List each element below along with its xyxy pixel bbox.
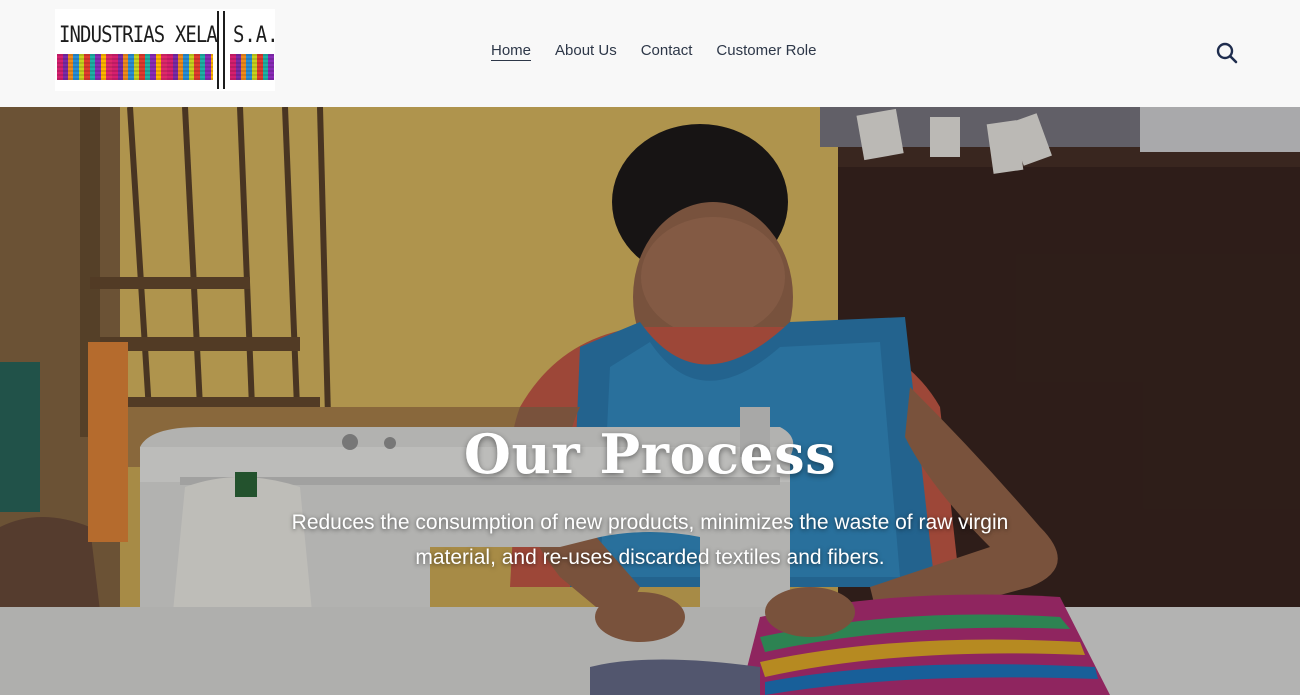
logo-textile-pattern <box>57 54 213 80</box>
hero-subtitle: Reduces the consumption of new products,… <box>291 511 1009 569</box>
logo-text: INDUSTRIAS XELA <box>59 23 218 48</box>
search-icon <box>1216 42 1238 64</box>
hero-overlay <box>0 107 1300 695</box>
logo-textile-pattern <box>230 54 274 80</box>
nav-contact[interactable]: Contact <box>641 42 693 60</box>
logo-divider <box>223 11 225 89</box>
logo-suffix: S.A. <box>233 23 279 48</box>
logo[interactable]: INDUSTRIAS XELA S.A. <box>55 9 279 91</box>
nav-home[interactable]: Home <box>491 42 532 61</box>
nav-about-us[interactable]: About Us <box>555 42 617 60</box>
logo-divider <box>217 11 219 89</box>
hero-title: Our Process <box>463 422 837 486</box>
hero-banner: Our Process Reduces the consumption of n… <box>0 107 1300 695</box>
site-header: INDUSTRIAS XELA S.A. Home About Us Conta… <box>0 0 1300 107</box>
main-nav: Home About Us Contact Customer Role <box>491 41 816 61</box>
nav-customer-role[interactable]: Customer Role <box>716 42 816 60</box>
search-button[interactable] <box>1215 41 1239 65</box>
